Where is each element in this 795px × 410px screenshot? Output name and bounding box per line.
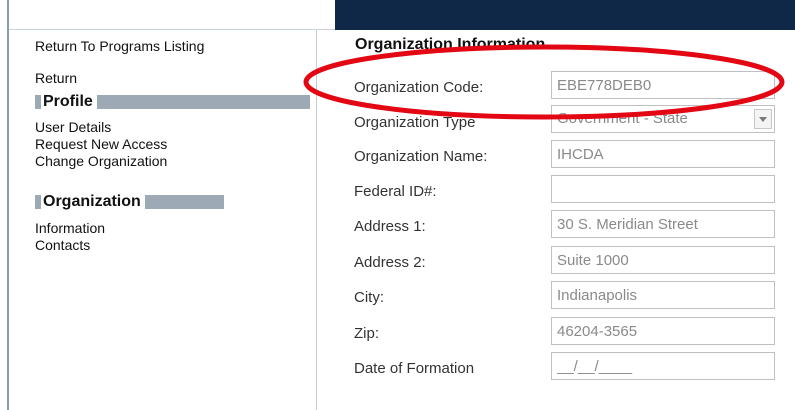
city-label: City: [354,289,384,306]
sidebar-item-contacts[interactable]: Contacts [35,237,90,253]
organization-header-label: Organization [43,193,141,210]
zip-field[interactable] [551,317,775,345]
city-field[interactable] [551,281,775,309]
address1-field[interactable] [551,210,775,238]
profile-header-label: Profile [43,93,93,110]
section-stub [35,95,41,109]
org-code-label: Organization Code: [354,79,484,96]
org-type-selected-value: Government - State [557,110,688,127]
sidebar-item-user-details[interactable]: User Details [35,119,111,135]
sidebar-item-request-new-access[interactable]: Request New Access [35,136,167,152]
address2-label: Address 2: [354,254,426,271]
zip-label: Zip: [354,325,380,342]
chevron-down-icon[interactable] [754,109,772,129]
return-link[interactable]: Return [35,70,77,86]
sidebar: Return To Programs Listing Return Profil… [9,30,316,410]
profile-section-header: Profile [35,93,310,110]
top-header-bar [9,0,795,30]
sidebar-item-information[interactable]: Information [35,220,105,236]
org-type-label: Organization Type [354,114,476,131]
date-of-formation-label: Date of Formation [354,360,475,377]
organization-section-header: Organization [35,193,224,210]
organization-info-panel: Organization Information Organization Co… [317,30,795,410]
org-name-label: Organization Name: [354,148,488,165]
org-code-field[interactable] [551,71,775,99]
sidebar-item-change-organization[interactable]: Change Organization [35,153,167,169]
federal-id-label: Federal ID#: [354,183,437,200]
page-title: Organization Information [355,36,546,53]
section-stub [35,195,41,209]
section-bar [96,95,310,109]
org-name-field[interactable] [551,140,775,168]
date-of-formation-field[interactable] [551,352,775,380]
header-navy-band [335,0,795,30]
return-to-programs-link[interactable]: Return To Programs Listing [35,38,204,54]
address1-label: Address 1: [354,218,426,235]
address2-field[interactable] [551,246,775,274]
section-bar [144,195,224,209]
org-type-select[interactable]: Government - State [551,105,775,133]
federal-id-field[interactable] [551,175,775,203]
